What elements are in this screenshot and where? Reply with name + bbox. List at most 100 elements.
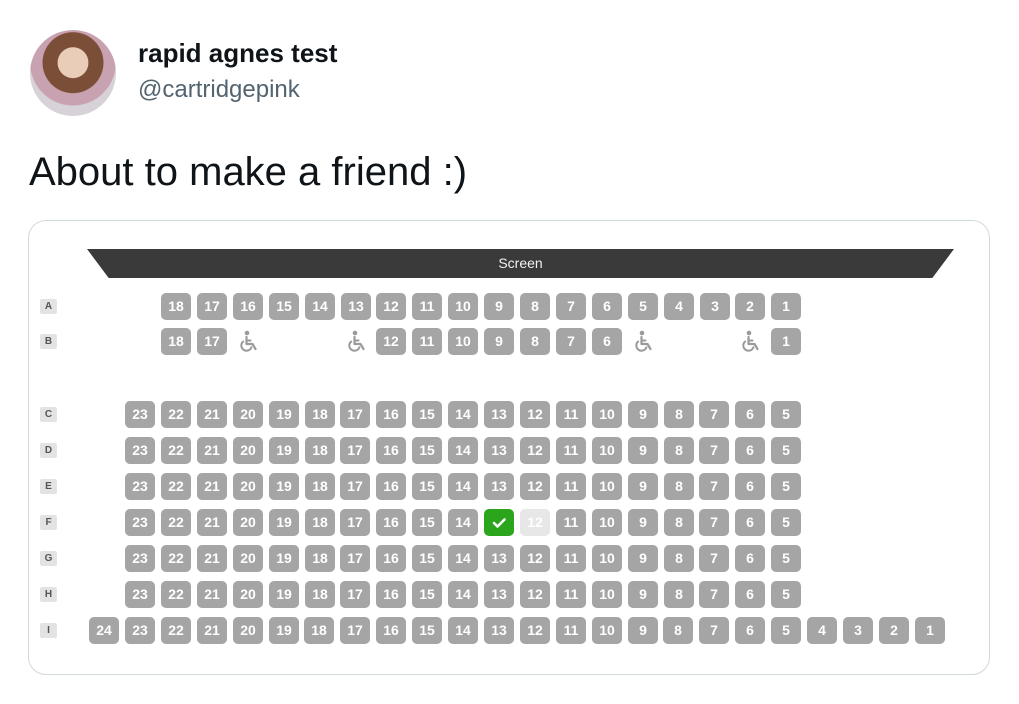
seat[interactable]: 13 xyxy=(484,581,514,608)
seat[interactable]: 23 xyxy=(125,545,155,572)
seat[interactable]: 16 xyxy=(233,293,263,320)
seat[interactable]: 16 xyxy=(376,617,406,644)
seat[interactable]: 3 xyxy=(700,293,730,320)
seat[interactable]: 14 xyxy=(305,293,335,320)
seat[interactable]: 5 xyxy=(771,617,801,644)
seat[interactable]: 11 xyxy=(556,437,586,464)
seat[interactable]: 14 xyxy=(448,473,478,500)
seat[interactable]: 10 xyxy=(592,401,622,428)
seat[interactable]: 22 xyxy=(161,581,191,608)
seat[interactable]: 10 xyxy=(592,581,622,608)
seat[interactable]: 22 xyxy=(161,545,191,572)
seat[interactable]: 17 xyxy=(340,581,370,608)
selected-seat[interactable] xyxy=(484,509,514,536)
seat[interactable]: 18 xyxy=(305,545,335,572)
seat[interactable]: 19 xyxy=(269,509,299,536)
seat[interactable]: 8 xyxy=(520,293,550,320)
seat[interactable]: 8 xyxy=(664,401,694,428)
seat[interactable]: 21 xyxy=(197,437,227,464)
seat[interactable]: 8 xyxy=(664,581,694,608)
seat[interactable]: 1 xyxy=(771,293,801,320)
seat[interactable]: 22 xyxy=(161,509,191,536)
user-handle[interactable]: @cartridgepink xyxy=(138,76,300,104)
seat[interactable]: 18 xyxy=(304,617,334,644)
seat[interactable]: 5 xyxy=(771,401,801,428)
seat[interactable]: 8 xyxy=(664,473,694,500)
seat[interactable]: 18 xyxy=(305,437,335,464)
seat[interactable]: 5 xyxy=(771,437,801,464)
seat[interactable]: 6 xyxy=(735,545,765,572)
seat[interactable]: 20 xyxy=(233,437,263,464)
seat[interactable]: 19 xyxy=(269,473,299,500)
seat[interactable]: 19 xyxy=(269,581,299,608)
seat[interactable]: 2 xyxy=(879,617,909,644)
seat[interactable]: 21 xyxy=(197,617,227,644)
seat[interactable]: 8 xyxy=(664,437,694,464)
seat[interactable]: 7 xyxy=(699,581,729,608)
seat[interactable]: 23 xyxy=(125,509,155,536)
seat[interactable]: 15 xyxy=(412,545,442,572)
seat[interactable]: 17 xyxy=(340,473,370,500)
seat[interactable]: 1 xyxy=(771,328,801,355)
seat[interactable]: 21 xyxy=(197,581,227,608)
display-name[interactable]: rapid agnes test xyxy=(138,38,337,69)
seat[interactable]: 23 xyxy=(125,437,155,464)
seat[interactable]: 10 xyxy=(592,509,622,536)
seat[interactable]: 18 xyxy=(161,328,191,355)
seat[interactable]: 15 xyxy=(412,401,442,428)
seat[interactable]: 13 xyxy=(484,617,514,644)
seat[interactable]: 21 xyxy=(197,545,227,572)
seat[interactable]: 7 xyxy=(699,473,729,500)
seat[interactable]: 11 xyxy=(556,401,586,428)
seat[interactable]: 7 xyxy=(699,545,729,572)
seat[interactable]: 10 xyxy=(592,437,622,464)
seat[interactable]: 7 xyxy=(556,293,586,320)
seat[interactable]: 9 xyxy=(484,328,514,355)
seat[interactable]: 16 xyxy=(376,545,406,572)
seat[interactable]: 16 xyxy=(376,581,406,608)
seat[interactable]: 8 xyxy=(664,509,694,536)
seat[interactable]: 13 xyxy=(484,545,514,572)
seat[interactable]: 9 xyxy=(628,581,658,608)
seat[interactable]: 7 xyxy=(699,509,729,536)
seat[interactable]: 6 xyxy=(592,328,622,355)
seat[interactable]: 17 xyxy=(340,437,370,464)
seat[interactable]: 5 xyxy=(771,473,801,500)
seat[interactable]: 6 xyxy=(735,437,765,464)
seat[interactable]: 17 xyxy=(340,401,370,428)
seat[interactable]: 9 xyxy=(628,545,658,572)
seat[interactable]: 8 xyxy=(663,617,693,644)
seat[interactable]: 9 xyxy=(628,617,658,644)
seat[interactable]: 1 xyxy=(915,617,945,644)
seat[interactable]: 14 xyxy=(448,617,478,644)
seat[interactable]: 4 xyxy=(807,617,837,644)
seat[interactable]: 5 xyxy=(628,293,658,320)
seat[interactable]: 5 xyxy=(771,509,801,536)
seat[interactable]: 12 xyxy=(520,401,550,428)
seat[interactable]: 10 xyxy=(448,293,478,320)
seat[interactable]: 5 xyxy=(771,545,801,572)
seat[interactable]: 4 xyxy=(664,293,694,320)
seat[interactable]: 17 xyxy=(340,509,370,536)
seat[interactable]: 22 xyxy=(161,401,191,428)
seat[interactable]: 7 xyxy=(699,401,729,428)
seat[interactable]: 10 xyxy=(448,328,478,355)
seat[interactable]: 5 xyxy=(771,581,801,608)
seat[interactable]: 7 xyxy=(699,437,729,464)
seat[interactable]: 10 xyxy=(592,473,622,500)
seat[interactable]: 13 xyxy=(341,293,371,320)
seat[interactable]: 23 xyxy=(125,401,155,428)
seat[interactable]: 11 xyxy=(556,509,586,536)
seat[interactable]: 22 xyxy=(161,473,191,500)
seat[interactable]: 15 xyxy=(269,293,299,320)
seat[interactable]: 24 xyxy=(89,617,119,644)
seat[interactable]: 20 xyxy=(233,545,263,572)
seat[interactable]: 14 xyxy=(448,437,478,464)
seat[interactable]: 17 xyxy=(340,617,370,644)
seat[interactable]: 17 xyxy=(340,545,370,572)
seat[interactable]: 20 xyxy=(233,509,263,536)
seat[interactable]: 17 xyxy=(197,293,227,320)
seat[interactable]: 15 xyxy=(412,473,442,500)
seat[interactable]: 20 xyxy=(233,473,263,500)
seat[interactable]: 13 xyxy=(484,437,514,464)
